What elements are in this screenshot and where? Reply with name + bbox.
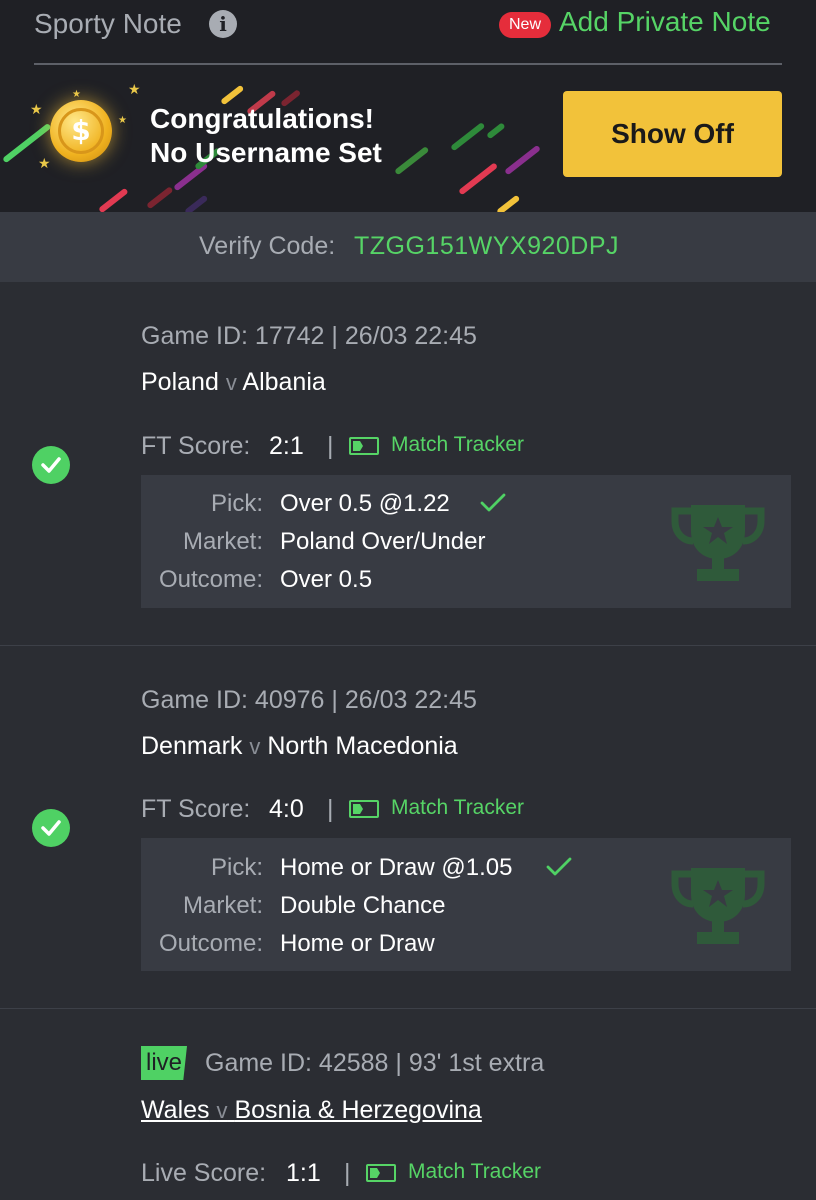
confetti-streak	[504, 144, 541, 176]
coin-icon: $	[50, 100, 112, 162]
pick-details: Pick: Home or Draw @1.05 Market: Double …	[141, 838, 791, 971]
away-team: Albania	[242, 368, 326, 396]
home-team: Denmark	[141, 732, 243, 760]
confetti-streak	[146, 186, 174, 210]
star-icon: ★	[128, 81, 141, 97]
outcome-value: Over 0.5	[280, 566, 373, 593]
match-tracker-link[interactable]: Match Tracker	[408, 1160, 541, 1184]
versus-separator: v	[249, 734, 261, 759]
bet-divider	[0, 1008, 816, 1009]
congrats-line1: Congratulations!	[150, 103, 374, 134]
star-icon: ★	[38, 155, 51, 171]
confetti-streak	[184, 194, 209, 212]
confetti-streak	[394, 146, 430, 176]
game-id: Game ID: 42588 | 93' 1st extra	[205, 1049, 545, 1077]
trophy-icon	[671, 505, 765, 581]
congrats-line2: No Username Set	[150, 137, 382, 168]
outcome-label: Outcome:	[158, 566, 263, 593]
game-id: Game ID: 40976 | 26/03 22:45	[141, 686, 477, 714]
market-value: Poland Over/Under	[280, 528, 486, 555]
won-check-icon	[32, 809, 70, 847]
live-score-value: 1:1	[286, 1159, 321, 1187]
market-value: Double Chance	[280, 892, 446, 919]
star-icon: ★	[30, 101, 43, 117]
match-tracker-icon[interactable]	[349, 437, 379, 455]
match-tracker-link[interactable]: Match Tracker	[391, 796, 524, 820]
outcome-value: Home or Draw	[280, 930, 435, 957]
game-id: Game ID: 17742 | 26/03 22:45	[141, 322, 477, 350]
outcome-label: Outcome:	[158, 930, 263, 957]
match-tracker-link[interactable]: Match Tracker	[391, 433, 524, 457]
confetti-streak	[458, 162, 499, 196]
trophy-icon	[671, 868, 765, 944]
pick-won-check-icon	[480, 493, 506, 512]
star-icon: ★	[118, 115, 127, 126]
score-label: FT Score:	[141, 432, 251, 460]
pick-details: Pick: Over 0.5 @1.22 Market: Poland Over…	[141, 475, 791, 608]
versus-separator: v	[225, 370, 237, 395]
pick-value: Over 0.5 @1.22	[280, 490, 450, 517]
away-team: Bosnia & Herzegovina	[234, 1096, 482, 1124]
away-team: North Macedonia	[267, 732, 458, 760]
match-tracker-icon[interactable]	[349, 800, 379, 818]
match-teams[interactable]: Denmark v North Macedonia	[141, 732, 458, 761]
match-tracker-icon[interactable]	[366, 1164, 396, 1182]
match-teams[interactable]: Poland v Albania	[141, 368, 326, 397]
confetti-streak	[98, 187, 129, 212]
market-label: Market:	[182, 892, 263, 919]
live-score-label: Live Score:	[141, 1159, 267, 1187]
home-team: Wales	[141, 1096, 210, 1124]
live-badge: live	[141, 1046, 187, 1080]
pick-won-check-icon	[546, 857, 572, 876]
confetti-streak	[486, 122, 506, 140]
market-label: Market:	[182, 528, 263, 555]
confetti-streak	[450, 122, 486, 152]
pick-label: Pick:	[210, 854, 263, 881]
pick-value: Home or Draw @1.05	[280, 854, 513, 881]
score-value: 2:1	[269, 432, 304, 460]
score-label: FT Score:	[141, 795, 251, 823]
pick-label: Pick:	[210, 490, 263, 517]
won-check-icon	[32, 446, 70, 484]
score-divider: |	[327, 432, 334, 460]
verify-code-label: Verify Code:	[199, 232, 336, 260]
confetti-streak	[496, 194, 521, 212]
score-divider: |	[327, 795, 334, 823]
congrats-text: Congratulations! No Username Set	[150, 102, 382, 170]
show-off-button[interactable]: Show Off	[563, 91, 782, 177]
congrats-banner: ★ ★ ★ ★ ★ $ Congratulations! No Username…	[0, 0, 816, 212]
match-teams-link[interactable]: Wales v Bosnia & Herzegovina	[141, 1096, 482, 1125]
versus-separator: v	[216, 1098, 228, 1123]
score-value: 4:0	[269, 795, 304, 823]
verify-code-value[interactable]: TZGG151WYX920DPJ	[354, 232, 619, 261]
home-team: Poland	[141, 368, 219, 396]
bet-divider	[0, 645, 816, 646]
score-divider: |	[344, 1159, 351, 1187]
dollar-sign: $	[58, 108, 104, 154]
